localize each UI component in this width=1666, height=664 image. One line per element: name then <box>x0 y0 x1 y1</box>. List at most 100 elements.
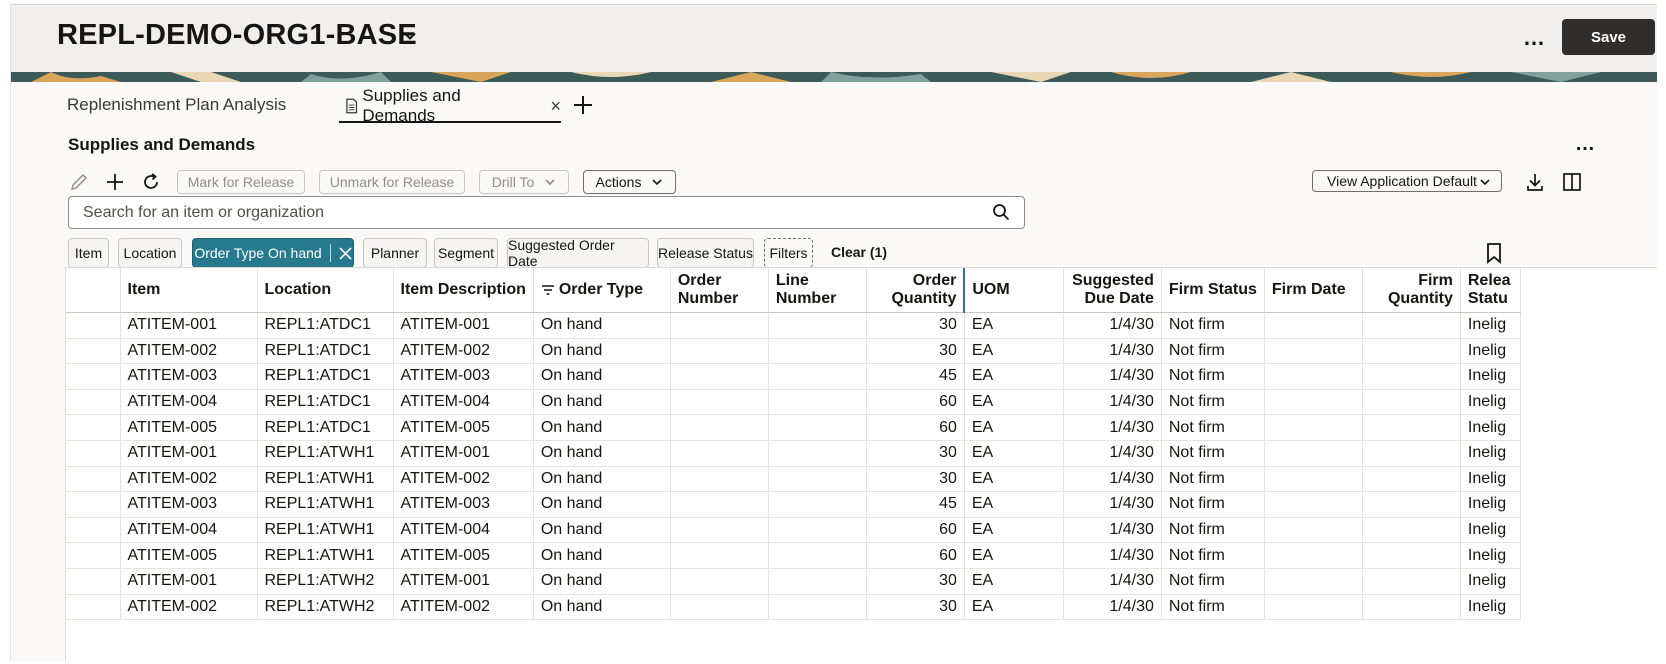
row-selector-cell[interactable] <box>66 594 121 621</box>
section-more-button[interactable]: … <box>1575 133 1596 156</box>
table-cell <box>1362 389 1461 416</box>
table-cell: On hand <box>533 440 671 467</box>
table-cell <box>768 491 867 518</box>
row-selector-cell[interactable] <box>66 389 121 416</box>
chip-location[interactable]: Location <box>118 238 182 268</box>
table-cell: ATITEM-004 <box>393 389 534 416</box>
table-cell: EA <box>964 414 1064 441</box>
table-row[interactable]: ATITEM-002 REPL1:ATDC1 ATITEM-002 On hand 30… <box>66 338 1521 365</box>
column-header[interactable]: Firm Status <box>1161 268 1265 313</box>
search-icon[interactable] <box>992 203 1010 221</box>
table-cell <box>768 542 867 569</box>
table-row[interactable]: ATITEM-003 REPL1:ATWH1 ATITEM-003 On hand 45… <box>66 491 1521 518</box>
column-header[interactable]: Item Description <box>393 268 534 313</box>
table-cell: EA <box>964 466 1064 493</box>
table-row[interactable]: ATITEM-005 REPL1:ATDC1 ATITEM-005 On hand 60… <box>66 414 1521 441</box>
table-row[interactable]: ATITEM-004 REPL1:ATDC1 ATITEM-004 On hand 60… <box>66 389 1521 416</box>
close-icon[interactable] <box>339 246 352 260</box>
split-view-icon[interactable] <box>1561 171 1583 193</box>
filters-button[interactable]: Filters <box>764 238 813 268</box>
table-cell: 30 <box>866 466 965 493</box>
column-header-label: Number <box>677 290 739 307</box>
table-cell <box>670 491 769 518</box>
table-cell: ATITEM-003 <box>393 363 534 390</box>
table-cell: REPL1:ATWH1 <box>257 517 394 544</box>
table-cell: REPL1:ATWH2 <box>257 594 394 621</box>
chip-release-status[interactable]: Release Status <box>657 238 754 268</box>
table-row[interactable]: ATITEM-005 REPL1:ATWH1 ATITEM-005 On hand 60… <box>66 542 1521 569</box>
table-cell <box>1264 542 1363 569</box>
close-tab-icon[interactable]: × <box>550 96 561 117</box>
column-header[interactable]: Item <box>120 268 258 313</box>
column-header[interactable]: Order Type <box>533 268 671 313</box>
pencil-icon[interactable] <box>68 171 90 193</box>
column-header[interactable]: Location <box>257 268 394 313</box>
row-selector-cell[interactable] <box>66 338 121 365</box>
table-cell: 30 <box>866 568 965 595</box>
chip-planner[interactable]: Planner <box>363 238 427 268</box>
drill-to-button[interactable]: Drill To <box>479 170 569 194</box>
column-header[interactable]: Suggested Due Date <box>1063 268 1162 313</box>
chevron-down-icon <box>1480 179 1490 186</box>
table-cell <box>1362 491 1461 518</box>
column-header[interactable]: UOM <box>964 268 1064 313</box>
column-header[interactable]: Order Number <box>670 268 769 313</box>
column-header[interactable]: Firm Date <box>1264 268 1363 313</box>
plus-icon[interactable] <box>104 171 126 193</box>
row-selector-cell[interactable] <box>66 542 121 569</box>
table-row[interactable]: ATITEM-002 REPL1:ATWH1 ATITEM-002 On hand 30… <box>66 466 1521 493</box>
table-cell: REPL1:ATWH1 <box>257 440 394 467</box>
chip-item[interactable]: Item <box>68 238 109 268</box>
column-header[interactable] <box>66 268 121 313</box>
more-actions-button[interactable]: … <box>1523 25 1546 51</box>
row-selector-cell[interactable] <box>66 491 121 518</box>
table-cell: Inelig <box>1460 517 1521 544</box>
table-row[interactable]: ATITEM-001 REPL1:ATWH1 ATITEM-001 On hand 30… <box>66 440 1521 467</box>
chevron-down-icon[interactable] <box>401 27 419 45</box>
actions-button[interactable]: Actions <box>583 170 676 194</box>
view-selector[interactable]: View Application Default <box>1312 170 1502 192</box>
add-tab-icon[interactable] <box>571 93 595 117</box>
column-header-label: Order <box>677 272 722 289</box>
table-cell <box>670 440 769 467</box>
table-cell: EA <box>964 363 1064 390</box>
table-cell: REPL1:ATWH1 <box>257 466 394 493</box>
search-input[interactable]: Search for an item or organization <box>68 196 1025 229</box>
table-cell: Not firm <box>1161 338 1265 365</box>
row-selector-cell[interactable] <box>66 466 121 493</box>
table-row[interactable]: ATITEM-004 REPL1:ATWH1 ATITEM-004 On hand 60… <box>66 517 1521 544</box>
unmark-for-release-button[interactable]: Unmark for Release <box>319 170 465 194</box>
column-header[interactable]: Order Quantity <box>866 268 966 313</box>
chip-suggested-order-date[interactable]: Suggested Order Date <box>507 237 649 269</box>
column-header[interactable]: Relea Statu <box>1460 268 1521 313</box>
table-cell <box>670 568 769 595</box>
clear-filters-button[interactable]: Clear (1) <box>824 238 894 266</box>
mark-for-release-button[interactable]: Mark for Release <box>177 170 305 194</box>
table-row[interactable]: ATITEM-001 REPL1:ATWH2 ATITEM-001 On hand 30… <box>66 568 1521 595</box>
row-selector-cell[interactable] <box>66 312 121 339</box>
column-header[interactable]: Line Number <box>768 268 867 313</box>
table-cell: ATITEM-004 <box>120 517 258 544</box>
table-row[interactable]: ATITEM-003 REPL1:ATDC1 ATITEM-003 On hand 45… <box>66 363 1521 390</box>
row-selector-cell[interactable] <box>66 363 121 390</box>
table-row[interactable]: ATITEM-001 REPL1:ATDC1 ATITEM-001 On hand 30… <box>66 312 1521 339</box>
refresh-icon[interactable] <box>140 171 162 193</box>
tab-supplies-and-demands[interactable]: Supplies and Demands × <box>339 86 561 125</box>
download-icon[interactable] <box>1524 171 1546 193</box>
save-button[interactable]: Save <box>1562 19 1655 55</box>
bookmark-icon[interactable] <box>1485 242 1503 264</box>
row-selector-cell[interactable] <box>66 517 121 544</box>
tab-replenishment-plan-analysis[interactable]: Replenishment Plan Analysis <box>67 95 286 115</box>
row-selector-cell[interactable] <box>66 440 121 467</box>
table-cell <box>1362 414 1461 441</box>
row-selector-cell[interactable] <box>66 568 121 595</box>
table-cell: 1/4/30 <box>1063 363 1162 390</box>
table-cell <box>1264 338 1363 365</box>
table-cell: Not firm <box>1161 568 1265 595</box>
table-cell: 1/4/30 <box>1063 414 1162 441</box>
table-row[interactable]: ATITEM-002 REPL1:ATWH2 ATITEM-002 On hand 30… <box>66 594 1521 621</box>
chip-order-type[interactable]: Order Type On hand <box>192 238 354 268</box>
chip-segment[interactable]: Segment <box>434 238 498 268</box>
column-header[interactable]: Firm Quantity <box>1362 268 1461 313</box>
row-selector-cell[interactable] <box>66 414 121 441</box>
